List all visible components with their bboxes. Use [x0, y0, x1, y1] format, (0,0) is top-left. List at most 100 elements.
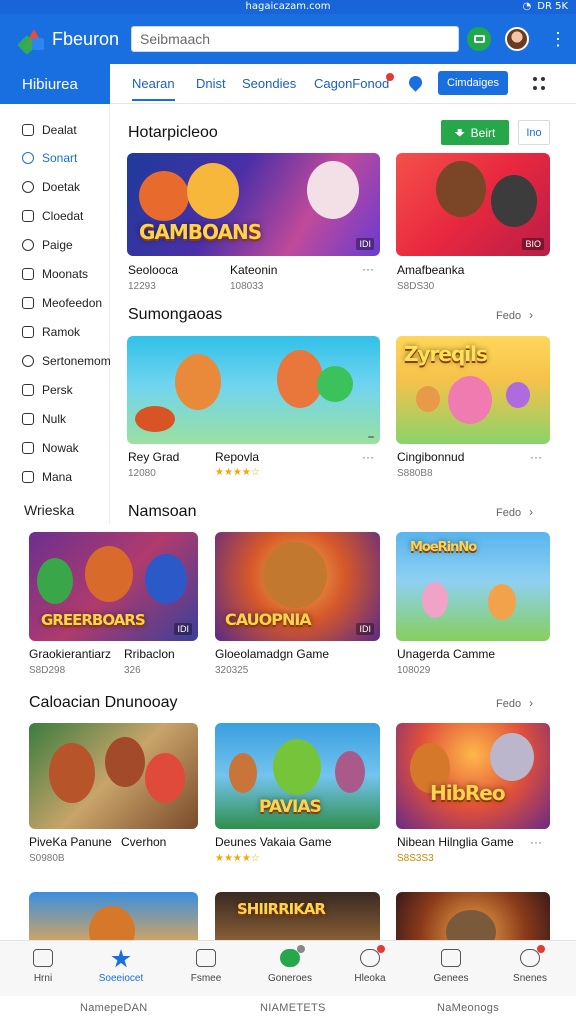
app-logo-icon[interactable]: [17, 26, 46, 55]
more-options-icon[interactable]: ···: [530, 450, 542, 464]
secondary-button[interactable]: Ino: [518, 120, 550, 145]
search-input[interactable]: [131, 26, 460, 52]
sidebar-item-moonats[interactable]: Moonats: [22, 265, 88, 283]
sidebar-item-doetak[interactable]: Doetak: [22, 178, 80, 196]
see-all-link[interactable]: Fedo ›: [496, 696, 533, 710]
nav-snenes[interactable]: Snenes: [495, 945, 565, 984]
card-corner-badge: [368, 436, 374, 438]
sidebar-item-nowak[interactable]: Nowak: [22, 439, 79, 457]
card-subtitle: S8S3S3: [397, 853, 434, 864]
card-title: Amafbeanka: [397, 263, 465, 277]
promo-button[interactable]: Cimdaiges: [438, 71, 508, 95]
sidebar-item-mana[interactable]: Mana: [22, 468, 72, 486]
sidebar-item-persk[interactable]: Persk: [22, 381, 73, 399]
video-camera-icon: [473, 35, 485, 43]
nav-goneroes[interactable]: Goneroes: [255, 945, 325, 984]
card-title: Cingibonnud: [397, 450, 465, 464]
see-all-link[interactable]: Fedo ›: [496, 308, 533, 322]
card-title: Deunes Vakaia Game: [215, 835, 332, 849]
card-title: Gloeolamadgn Game: [215, 647, 330, 661]
nav-genees[interactable]: Genees: [416, 949, 486, 984]
footer-text: NaMeonogs: [437, 1002, 500, 1014]
card-subtitle: S8DS30: [397, 281, 435, 292]
card-subtitle: 12080: [128, 468, 156, 479]
sidebar-item-ramok[interactable]: Ramok: [22, 323, 80, 341]
game-card[interactable]: BIO: [396, 153, 550, 256]
chevron-right-icon: ›: [529, 696, 534, 710]
game-card[interactable]: [127, 336, 380, 444]
gamepad-icon: [441, 949, 461, 967]
game-card[interactable]: CAUOPNIA IDI: [215, 532, 380, 641]
apps-grid-icon[interactable]: [533, 77, 547, 91]
card-title: Seolooca: [128, 263, 179, 277]
rating-stars: ★★★★☆: [215, 853, 260, 864]
sidebar-item-sonart[interactable]: Sonart: [22, 149, 77, 167]
card-art-title: HibReo: [430, 781, 506, 805]
sidebar-item-dealat[interactable]: Dealat: [22, 121, 77, 139]
nav-home[interactable]: Hrni: [8, 949, 78, 984]
box-icon: [22, 268, 34, 280]
card-subtitle-secondary: 326: [124, 665, 141, 676]
sidebar-item-paige[interactable]: Paige: [22, 236, 73, 254]
game-card[interactable]: [29, 723, 198, 829]
game-card[interactable]: PAVIAS: [215, 723, 380, 829]
see-all-link[interactable]: Fedo ›: [496, 505, 533, 519]
status-info: DR 5K: [537, 1, 568, 12]
sidebar-item-cloedat[interactable]: Cloedat: [22, 207, 83, 225]
location-icon[interactable]: [406, 73, 425, 92]
more-options-icon[interactable]: ···: [362, 450, 374, 464]
footer-text: NamepeDAN: [80, 1002, 148, 1014]
card-corner-badge: IDI: [356, 238, 374, 250]
game-card[interactable]: GAMBOANS IDI: [127, 153, 380, 256]
section-heading: Hotarpicleoo: [128, 124, 218, 141]
section-heading: Caloacian Dnunooay: [29, 694, 178, 711]
card-corner-badge: BIO: [522, 238, 544, 250]
sidebar-heading: Wrieska: [24, 502, 75, 518]
tab-seondies[interactable]: Seondies: [242, 76, 296, 91]
card-corner-badge: IDI: [174, 623, 192, 635]
card-art-title: MoeRinNo: [410, 540, 477, 555]
card-art-title: Zyreqils: [404, 342, 488, 366]
game-card[interactable]: Zyreqils: [396, 336, 550, 444]
sidebar-item-sertonemom[interactable]: Sertonemom: [22, 352, 111, 370]
card-art-title: SHIIRRIKAR: [237, 900, 326, 918]
bell-icon: [22, 355, 34, 367]
square-icon: [22, 326, 34, 338]
game-card[interactable]: GREERBOARS IDI: [29, 532, 198, 641]
card-subtitle: S880B8: [397, 468, 433, 479]
game-card[interactable]: HibReo: [396, 723, 550, 829]
app-bar: Fbeuron ⋮: [0, 14, 576, 64]
tab-cagonfonod[interactable]: CagonFonod: [314, 76, 389, 91]
video-camera-button[interactable]: [467, 27, 492, 51]
card-subtitle: 320325: [215, 665, 249, 676]
more-options-icon[interactable]: ···: [530, 835, 542, 849]
download-button[interactable]: Beirt: [441, 120, 509, 145]
game-card[interactable]: MoeRinNo: [396, 532, 550, 641]
profile-icon: [520, 945, 545, 967]
avatar[interactable]: [505, 27, 530, 51]
app-name: Fbeuron: [52, 28, 120, 49]
home-icon: [33, 949, 53, 967]
card-title-secondary: Cverhon: [121, 835, 167, 849]
page-icon: [22, 384, 34, 396]
status-url: hagaicazam.com: [245, 1, 331, 12]
target-icon: [22, 239, 34, 251]
nav-fsmee[interactable]: Fsmee: [171, 949, 241, 984]
nav-hleoka[interactable]: Hleoka: [335, 945, 405, 984]
nav-favorites[interactable]: Soeeiocet: [86, 949, 156, 984]
gear-icon: [22, 152, 34, 164]
bottom-navigation: Hrni Soeeiocet Fsmee Goneroes Hleoka Gen…: [0, 940, 576, 996]
sidebar-item-meofeedon[interactable]: Meofeedon: [22, 294, 102, 312]
more-vertical-icon[interactable]: ⋮: [549, 30, 567, 48]
tab-dnist[interactable]: Dnist: [196, 76, 226, 91]
card-art-title: PAVIAS: [259, 797, 322, 817]
status-bar: hagaicazam.com ◔ DR 5K: [0, 0, 576, 14]
more-options-icon[interactable]: ···: [362, 262, 374, 276]
wifi-icon: ◔: [522, 1, 532, 12]
card-title: Graokierantiarz: [29, 647, 112, 661]
card-art-title: CAUOPNIA: [225, 610, 312, 629]
rating-stars: ★★★★☆: [215, 467, 260, 478]
tab-nearan[interactable]: Nearan: [132, 76, 175, 101]
list-icon: [22, 124, 34, 136]
sidebar-item-nulk[interactable]: Nulk: [22, 410, 66, 428]
